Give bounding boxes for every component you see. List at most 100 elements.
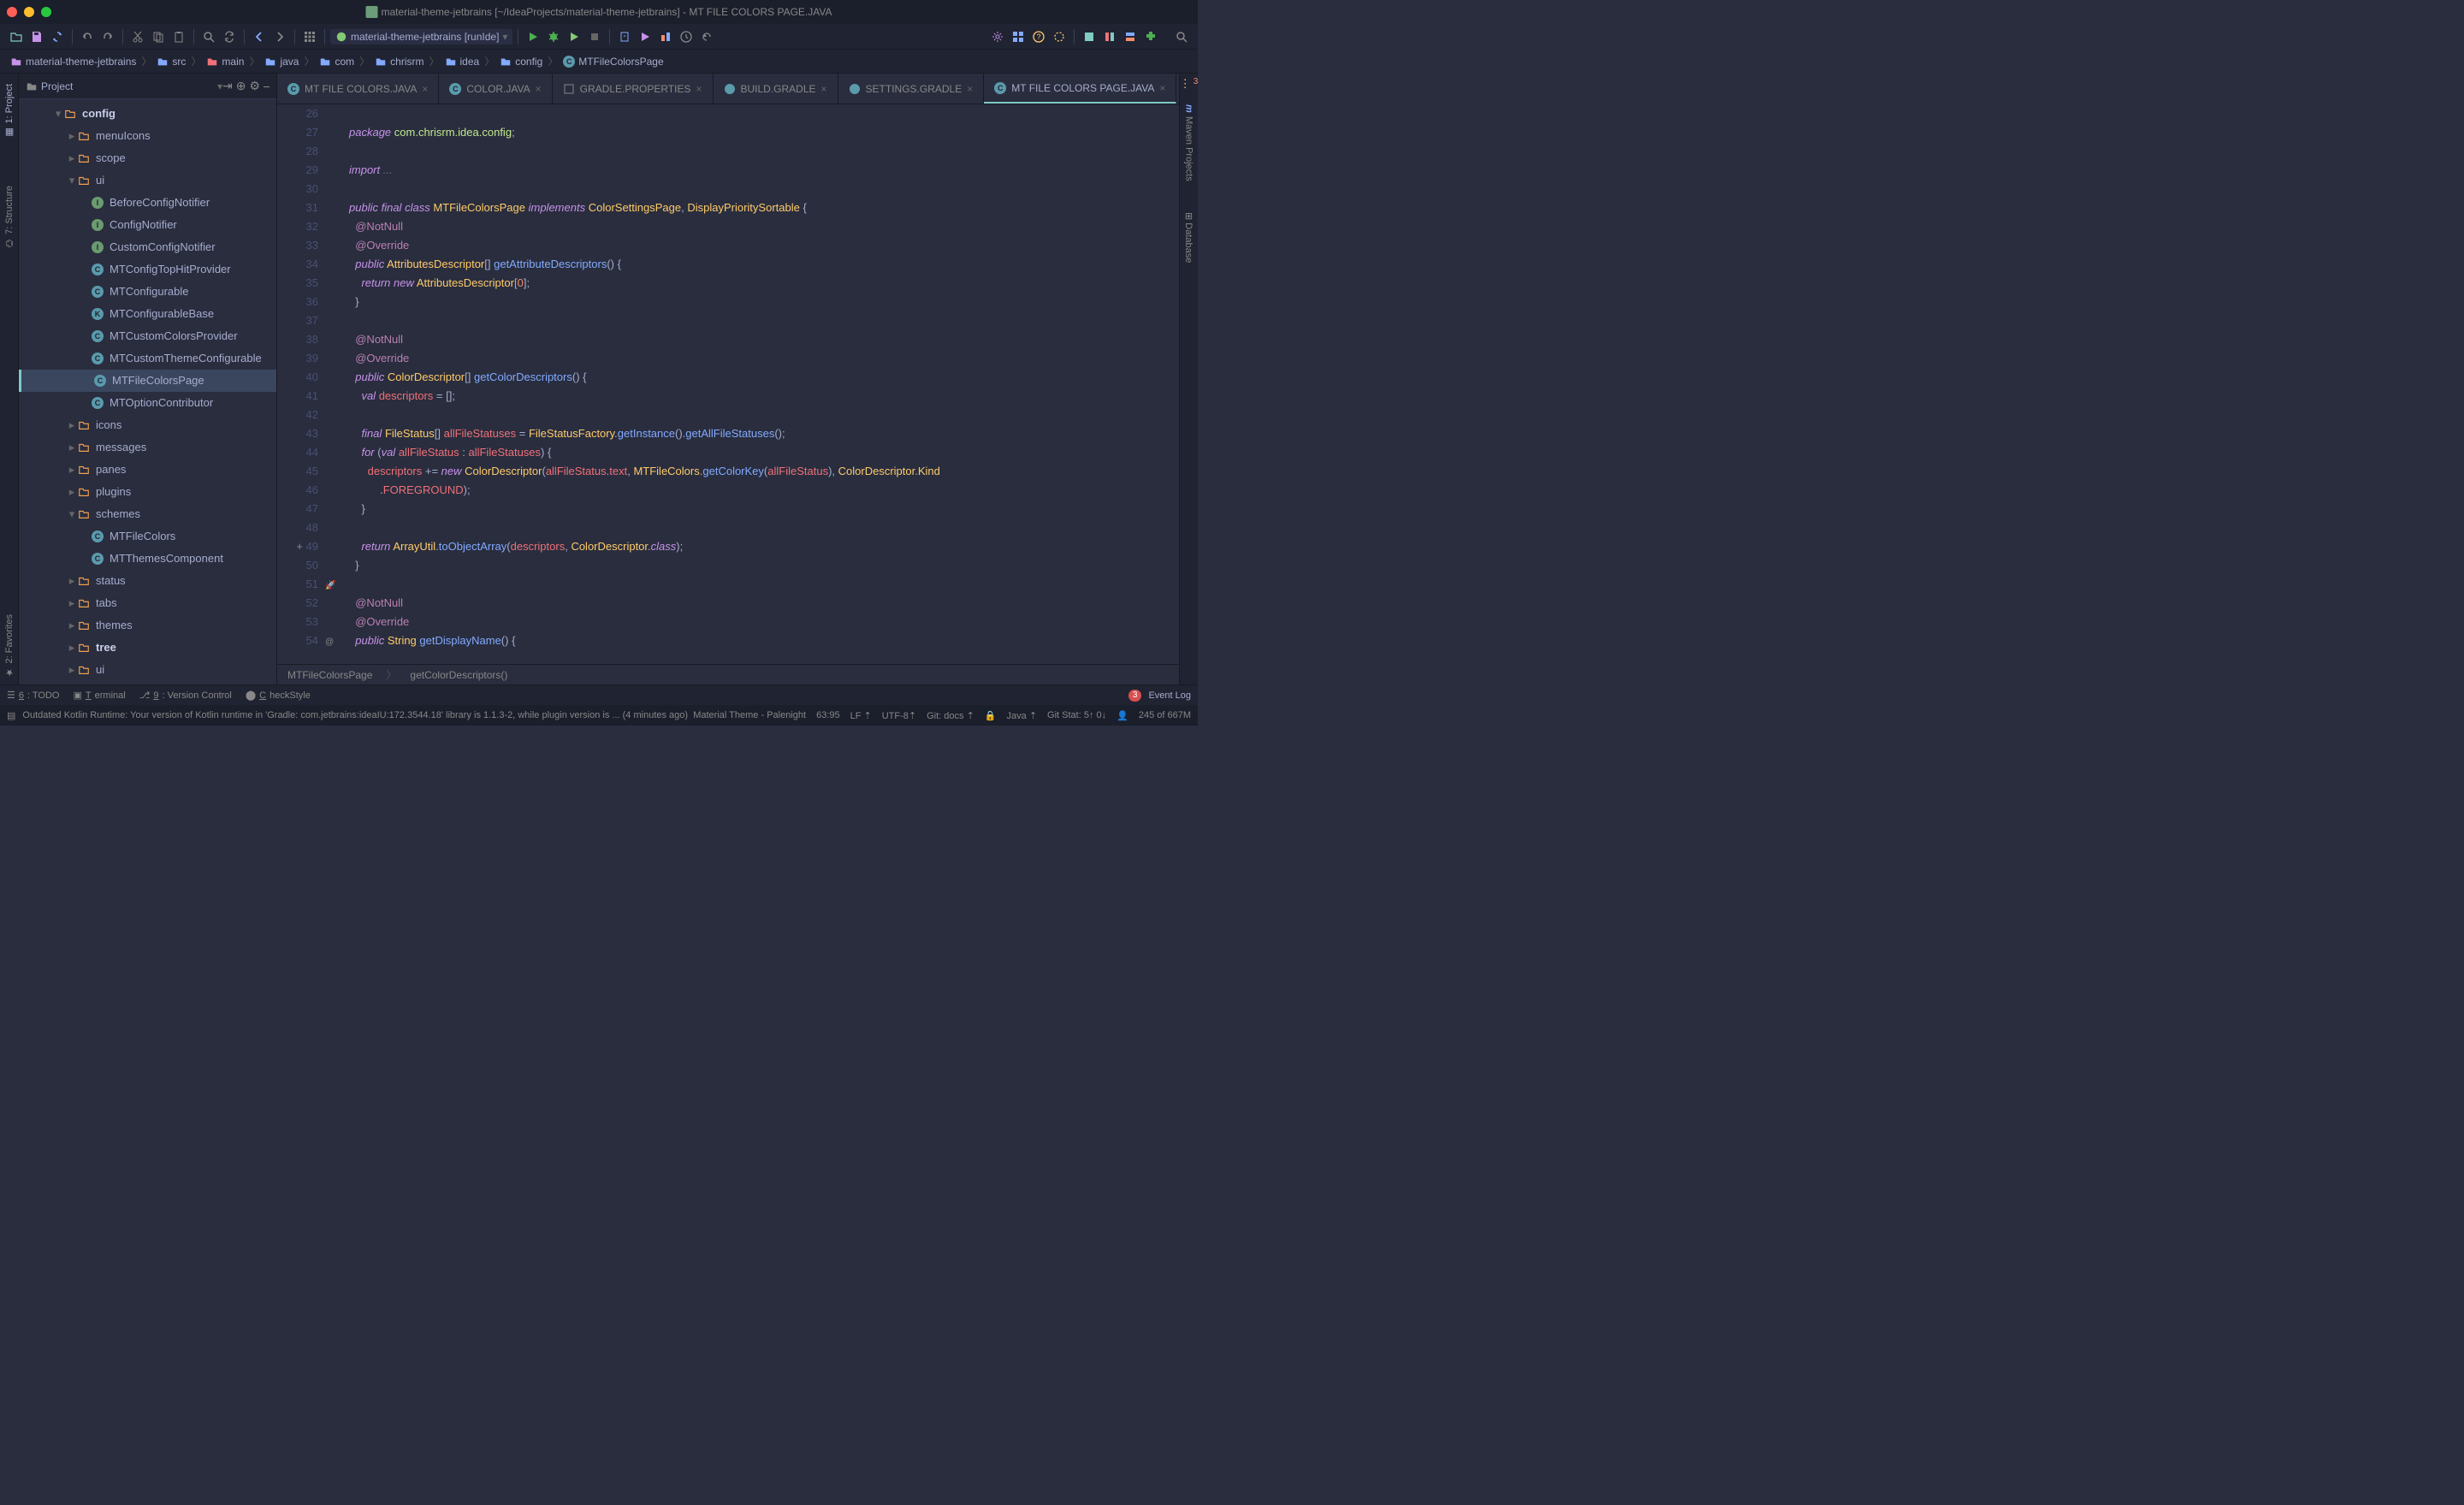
tree-item[interactable]: CMTCustomColorsProvider: [19, 325, 276, 347]
tree-item[interactable]: ▸scope: [19, 147, 276, 169]
tree-item[interactable]: ▸icons: [19, 414, 276, 436]
traffic-lights[interactable]: [7, 7, 51, 17]
run-button[interactable]: [524, 27, 542, 46]
event-log-button[interactable]: Event Log: [1148, 690, 1191, 701]
tool-window-tab[interactable]: ⊞ Database: [1182, 205, 1196, 270]
tool-window-tab[interactable]: m Maven Projects: [1182, 98, 1196, 188]
project-tree[interactable]: ▾config▸menuIcons▸scope▾uiIBeforeConfigN…: [19, 99, 276, 684]
save-button[interactable]: [27, 27, 46, 46]
layers-icon[interactable]: ▤: [7, 710, 15, 721]
collapse-icon[interactable]: ⇥: [222, 79, 233, 93]
tree-item[interactable]: ▸plugins: [19, 481, 276, 503]
breadcrumb-item[interactable]: main: [203, 56, 247, 68]
editor-tab[interactable]: SETTINGS.GRADLE×: [838, 74, 985, 104]
history-button[interactable]: [677, 27, 696, 46]
status-encoding[interactable]: UTF-8⇡: [882, 710, 916, 721]
bottom-tab[interactable]: ☰6: TODO: [7, 690, 60, 701]
stop-button[interactable]: [585, 27, 604, 46]
open-button[interactable]: [7, 27, 26, 46]
editor-tab[interactable]: BUILD.GRADLE×: [714, 74, 838, 104]
tree-item[interactable]: ▸ui: [19, 659, 276, 681]
breadcrumb-item[interactable]: idea: [441, 56, 483, 68]
breadcrumb-item[interactable]: config: [496, 56, 546, 68]
mascot-icon[interactable]: 👤: [1116, 710, 1128, 721]
status-memory[interactable]: 245 of 667M: [1139, 710, 1191, 720]
tree-item[interactable]: ▾config: [19, 103, 276, 125]
sync-button[interactable]: [48, 27, 67, 46]
grid-icon[interactable]: [300, 27, 319, 46]
tree-item[interactable]: CMTConfigurable: [19, 281, 276, 303]
forward-button[interactable]: [270, 27, 289, 46]
tree-item[interactable]: ▸status: [19, 570, 276, 592]
close-icon[interactable]: ×: [821, 83, 827, 95]
tree-item[interactable]: ICustomConfigNotifier: [19, 236, 276, 258]
tree-item[interactable]: IBeforeConfigNotifier: [19, 192, 276, 214]
tree-item[interactable]: ▸menuIcons: [19, 125, 276, 147]
debug-button[interactable]: [544, 27, 563, 46]
run-configuration-selector[interactable]: material-theme-jetbrains [runIde] ▾: [330, 29, 512, 44]
cut-button[interactable]: [128, 27, 147, 46]
tree-item[interactable]: ▾schemes: [19, 503, 276, 525]
status-line-sep[interactable]: LF ⇡: [850, 710, 872, 721]
tree-item[interactable]: IConfigNotifier: [19, 214, 276, 236]
attach-button[interactable]: [615, 27, 634, 46]
tree-item[interactable]: CMTFileColorsPage: [19, 370, 276, 392]
theme-icon-3[interactable]: [1121, 27, 1140, 46]
tree-item[interactable]: CMTOptionContributor: [19, 392, 276, 414]
tree-item[interactable]: CMTConfigTopHitProvider: [19, 258, 276, 281]
close-icon[interactable]: ×: [696, 83, 702, 95]
paste-button[interactable]: [169, 27, 188, 46]
bottom-tab[interactable]: ⎇9: Version Control: [139, 690, 232, 701]
breadcrumb-item[interactable]: java: [261, 56, 302, 68]
breadcrumb-item[interactable]: material-theme-jetbrains: [7, 56, 139, 68]
search-everywhere-icon[interactable]: [1172, 27, 1191, 46]
breadcrumb-item[interactable]: CMTFileColorsPage: [560, 56, 666, 68]
close-icon[interactable]: ×: [1159, 82, 1165, 94]
locate-icon[interactable]: ⊕: [236, 79, 246, 93]
undo-button[interactable]: [78, 27, 97, 46]
profile-button[interactable]: [636, 27, 654, 46]
theme-icon-1[interactable]: [1080, 27, 1099, 46]
settings-icon[interactable]: [988, 27, 1007, 46]
sdk-button[interactable]: [1009, 27, 1028, 46]
maximize-icon[interactable]: [41, 7, 51, 17]
close-icon[interactable]: ×: [536, 83, 542, 95]
tree-item[interactable]: CMTCustomThemeConfigurable: [19, 347, 276, 370]
bottom-tab[interactable]: ▣Terminal: [74, 690, 126, 701]
run-coverage-button[interactable]: [565, 27, 583, 46]
editor-tab[interactable]: CMT FILE COLORS PAGE.JAVA×: [984, 74, 1176, 104]
tool-window-tab[interactable]: ▦ 1: Project: [3, 77, 16, 145]
revert-button[interactable]: [697, 27, 716, 46]
status-lang[interactable]: Java ⇡: [1007, 710, 1038, 721]
tree-item[interactable]: ▸tree: [19, 637, 276, 659]
tree-item[interactable]: CMTFileColors: [19, 525, 276, 548]
breadcrumb-item[interactable]: chrisrm: [371, 56, 427, 68]
status-git[interactable]: Git: docs ⇡: [927, 710, 974, 721]
back-button[interactable]: [250, 27, 269, 46]
close-icon[interactable]: [7, 7, 17, 17]
tree-item[interactable]: ▸panes: [19, 459, 276, 481]
close-icon[interactable]: ×: [422, 83, 428, 95]
tool-window-tab[interactable]: ⌬ 7: Structure: [3, 179, 16, 256]
config-button[interactable]: [1050, 27, 1069, 46]
help-icon[interactable]: ?: [1029, 27, 1048, 46]
tree-item[interactable]: ▸messages: [19, 436, 276, 459]
crumb[interactable]: getColorDescriptors(): [410, 669, 507, 681]
lock-icon[interactable]: 🔒: [985, 710, 997, 721]
tree-item[interactable]: CMTThemesComponent: [19, 548, 276, 570]
tree-item[interactable]: KMTConfigurableBase: [19, 303, 276, 325]
tool-window-tab[interactable]: ★ 2: Favorites: [3, 607, 16, 684]
editor-tab[interactable]: GRADLE.PROPERTIES×: [553, 74, 714, 104]
editor-tab[interactable]: CCOLOR.JAVA×: [439, 74, 552, 104]
code-editor[interactable]: 2627282930313233343536373839404142434445…: [277, 104, 1179, 664]
tree-item[interactable]: ▾ui: [19, 169, 276, 192]
status-theme[interactable]: Material Theme - Palenight: [693, 710, 806, 720]
settings-icon[interactable]: ⚙: [249, 79, 260, 93]
editor-tab[interactable]: CMT FILE COLORS.JAVA×: [277, 74, 439, 104]
plugin-icon[interactable]: [1141, 27, 1160, 46]
crumb[interactable]: MTFileColorsPage: [287, 669, 372, 681]
replace-button[interactable]: [220, 27, 239, 46]
code-content[interactable]: package com.chrisrm.idea.config; import …: [342, 104, 1179, 664]
redo-button[interactable]: [98, 27, 117, 46]
tree-item[interactable]: ▸themes: [19, 614, 276, 637]
